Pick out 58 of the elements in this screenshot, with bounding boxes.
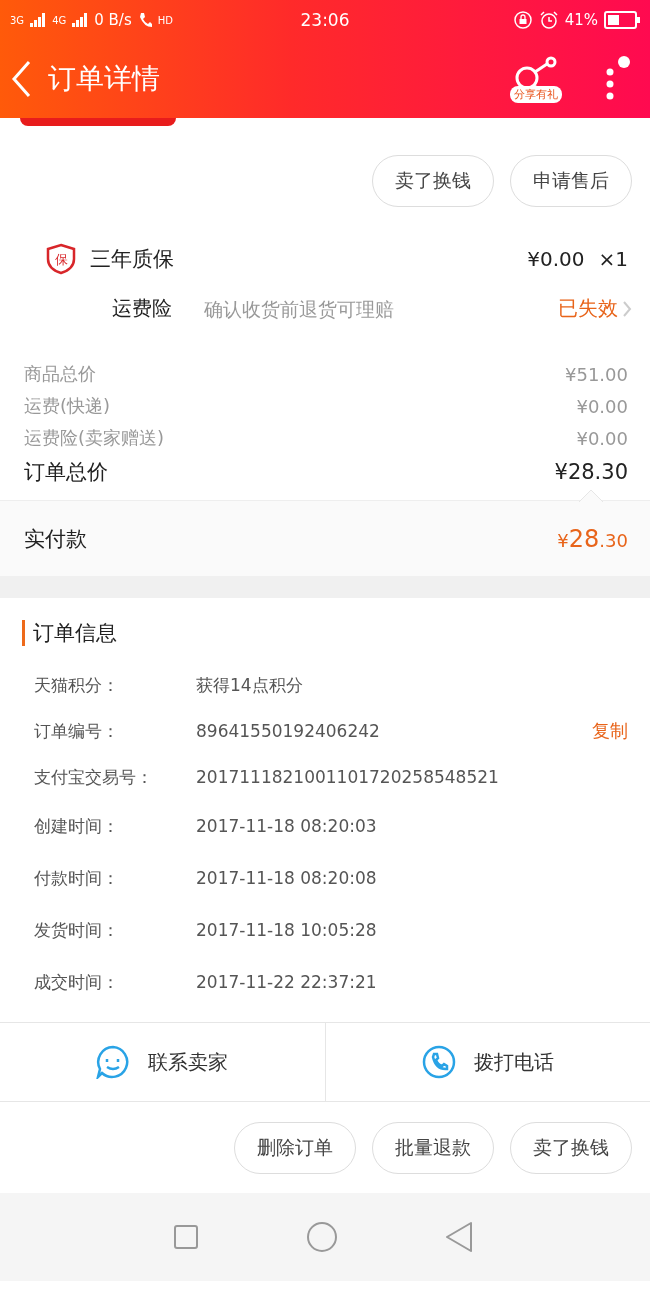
section-title: 订单信息 bbox=[22, 620, 650, 646]
info-value: 2017-11-18 08:20:08 bbox=[196, 868, 378, 888]
home-circle-icon[interactable] bbox=[306, 1221, 338, 1253]
service-name: 三年质保 bbox=[90, 246, 175, 273]
service-quantity: ×1 bbox=[598, 247, 628, 271]
info-value: 2017-11-18 08:20:03 bbox=[196, 816, 378, 836]
paid-label: 实付款 bbox=[24, 525, 87, 553]
alarm-icon bbox=[538, 10, 559, 30]
network-label: 4G bbox=[52, 14, 67, 26]
info-value: 2017111821001101720258548521 bbox=[196, 767, 500, 787]
action-button[interactable]: 卖了换钱 bbox=[510, 1122, 632, 1174]
info-value: 获得14点积分 bbox=[196, 673, 304, 697]
fee-label: 运费(快递) bbox=[24, 394, 111, 418]
network-label: 3G bbox=[10, 14, 25, 26]
insurance-description: 确认收货前退货可理赔 bbox=[204, 297, 394, 320]
action-button[interactable]: 申请售后 bbox=[510, 155, 632, 207]
battery-icon bbox=[604, 11, 640, 29]
fee-value: ¥0.00 bbox=[576, 427, 628, 449]
page-title: 订单详情 bbox=[48, 61, 161, 97]
info-label: 成交时间： bbox=[34, 970, 120, 994]
lock-rotation-icon bbox=[512, 10, 533, 30]
share-button[interactable]: 分享有礼 bbox=[510, 55, 562, 103]
back-icon bbox=[10, 59, 32, 99]
fee-value: ¥51.00 bbox=[565, 363, 628, 385]
service-price: ¥0.00 bbox=[527, 247, 585, 271]
clock-time: 23:06 bbox=[300, 10, 350, 30]
info-label: 天猫积分： bbox=[34, 673, 120, 697]
signal-icon bbox=[30, 13, 47, 27]
info-label: 创建时间： bbox=[34, 814, 120, 838]
info-value: 2017-11-22 22:37:21 bbox=[196, 972, 378, 992]
info-label: 支付宝交易号： bbox=[34, 765, 154, 789]
battery-percent: 41% bbox=[564, 11, 598, 29]
info-label: 付款时间： bbox=[34, 866, 120, 890]
signal-icon bbox=[72, 13, 89, 27]
paid-amount: ¥28.30 bbox=[557, 524, 628, 553]
hd-label: HD bbox=[157, 14, 173, 26]
total-label: 订单总价 bbox=[24, 459, 108, 486]
chat-bubble-icon bbox=[96, 1045, 131, 1079]
total-value: ¥28.30 bbox=[554, 460, 628, 484]
action-button[interactable]: 删除订单 bbox=[234, 1122, 356, 1174]
phone-icon bbox=[137, 12, 152, 28]
fee-label: 商品总价 bbox=[24, 362, 96, 386]
contact-button[interactable]: 拨打电话 bbox=[324, 1023, 650, 1101]
action-button[interactable]: 批量退款 bbox=[372, 1122, 494, 1174]
info-value: 2017-11-18 10:05:28 bbox=[196, 920, 378, 940]
info-label: 发货时间： bbox=[34, 918, 120, 942]
fee-label: 运费险(卖家赠送) bbox=[24, 426, 165, 450]
insurance-label: 运费险 bbox=[112, 295, 173, 322]
info-value: 89641550192406242 bbox=[196, 721, 381, 741]
phone-icon bbox=[421, 1045, 456, 1079]
action-button[interactable]: 卖了换钱 bbox=[372, 155, 494, 207]
fee-value: ¥0.00 bbox=[576, 395, 628, 417]
contact-button[interactable]: 联系卖家 bbox=[0, 1023, 325, 1101]
network-speed: 0 B/s bbox=[94, 11, 132, 29]
square-icon[interactable] bbox=[173, 1224, 200, 1250]
info-label: 订单编号： bbox=[34, 719, 120, 743]
warranty-shield-icon: 保 bbox=[46, 243, 76, 275]
chevron-right-icon bbox=[622, 299, 632, 318]
